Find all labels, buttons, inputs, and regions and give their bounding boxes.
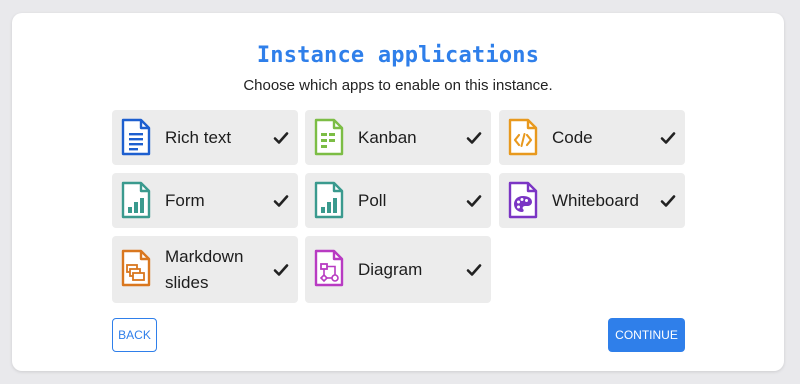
rich-text-icon (121, 118, 151, 156)
poll-icon (314, 181, 344, 219)
kanban-icon (314, 118, 344, 156)
whiteboard-icon (508, 181, 538, 219)
checkmark-icon (273, 131, 289, 144)
app-tile-diagram[interactable]: Diagram (305, 236, 491, 303)
checkmark-icon (466, 263, 482, 276)
app-tile-kanban[interactable]: Kanban (305, 110, 491, 165)
app-tile-rich-text[interactable]: Rich text (112, 110, 298, 165)
checkmark-icon (660, 131, 676, 144)
back-button[interactable]: BACK (112, 318, 157, 352)
app-label: Kanban (358, 127, 417, 147)
code-icon (508, 118, 538, 156)
app-label: Whiteboard (552, 190, 639, 210)
app-tile-whiteboard[interactable]: Whiteboard (499, 173, 685, 228)
continue-button[interactable]: CONTINUE (608, 318, 685, 352)
app-tile-markdown-slides[interactable]: Markdown slides (112, 236, 298, 303)
app-label: Rich text (165, 127, 232, 147)
app-label: Poll (358, 190, 387, 210)
page-title: Instance applications (256, 43, 540, 68)
slides-icon (121, 249, 151, 287)
app-tile-poll[interactable]: Poll (305, 173, 491, 228)
app-tile-form[interactable]: Form (112, 173, 298, 228)
checkmark-icon (660, 194, 676, 207)
app-label: Markdown slides (165, 246, 244, 292)
dialog-card: Instance applications Choose which apps … (12, 13, 784, 371)
app-label: Diagram (358, 259, 423, 279)
app-tile-code[interactable]: Code (499, 110, 685, 165)
page-subtitle: Choose which apps to enable on this inst… (243, 77, 553, 94)
checkmark-icon (273, 194, 289, 207)
app-label: Form (165, 190, 205, 210)
checkmark-icon (466, 131, 482, 144)
form-icon (121, 181, 151, 219)
app-label: Code (552, 127, 593, 147)
checkmark-icon (466, 194, 482, 207)
checkmark-icon (273, 263, 289, 276)
diagram-icon (314, 249, 344, 287)
